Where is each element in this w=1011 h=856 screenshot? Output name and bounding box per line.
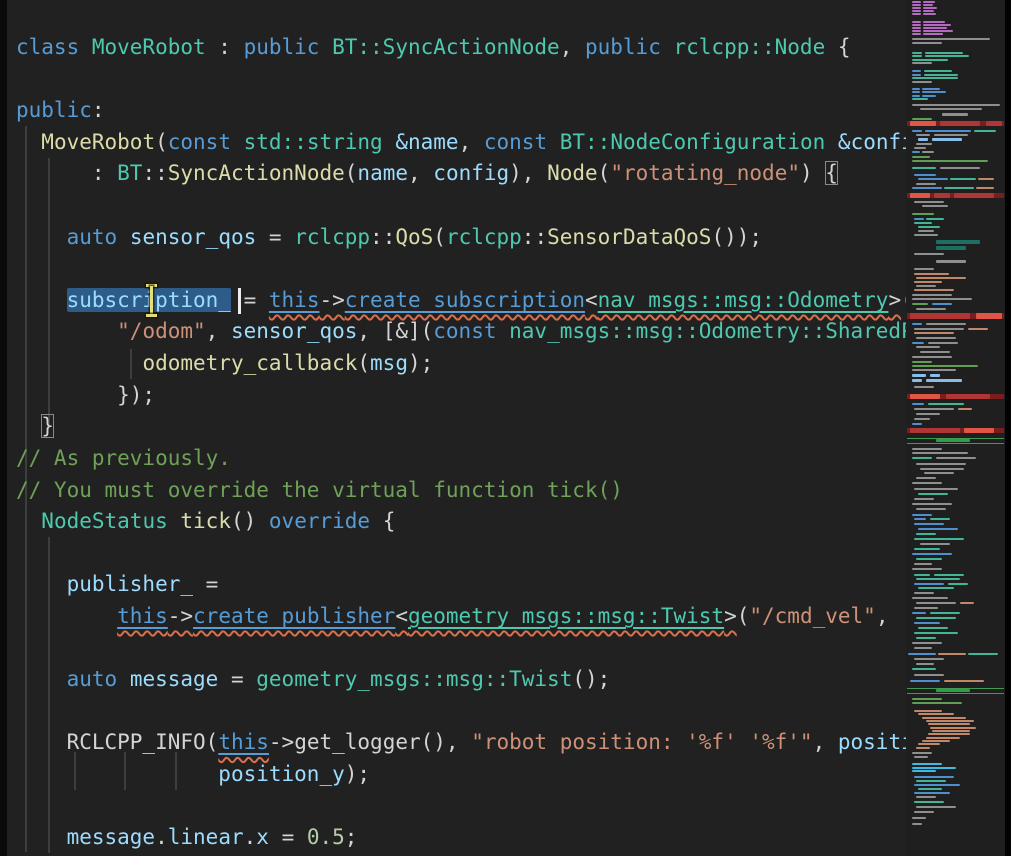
code-line: auto message = geometry_msgs::msg::Twist…	[16, 664, 906, 696]
text-caret	[238, 288, 241, 314]
code-line: this->create_publisher<geometry_msgs::ms…	[16, 601, 906, 633]
code-line	[16, 696, 906, 728]
code-line	[16, 633, 906, 665]
code-line	[16, 253, 906, 285]
code-line: public:	[16, 95, 906, 127]
code-line	[16, 190, 906, 222]
code-line: publisher_ =	[16, 569, 906, 601]
code-line: // As previously.	[16, 443, 906, 475]
code-line: : BT::SyncActionNode(name, config), Node…	[16, 158, 906, 190]
code-line: RCLCPP_INFO(this->get_logger(), "robot p…	[16, 727, 906, 759]
code-line	[16, 64, 906, 96]
minimap[interactable]	[906, 0, 1005, 856]
left-border	[0, 0, 7, 856]
selected-text: subscription_	[67, 288, 231, 312]
code-editor[interactable]: class MoveRobot : public BT::SyncActionN…	[7, 0, 906, 856]
code-line	[16, 538, 906, 570]
code-line: position_y);	[16, 759, 906, 791]
code-line: NodeStatus tick() override {	[16, 506, 906, 538]
vscode-editor-window: class MoveRobot : public BT::SyncActionN…	[0, 0, 1011, 856]
code-line: }	[16, 411, 906, 443]
code-line: odometry_callback(msg);	[16, 348, 906, 380]
right-border	[1005, 0, 1011, 856]
code-lines: class MoveRobot : public BT::SyncActionN…	[16, 0, 906, 854]
code-line: // You must override the virtual functio…	[16, 475, 906, 507]
code-line: message.linear.x = 0.5;	[16, 822, 906, 854]
code-line: "/odom", sensor_qos, [&](const nav_msgs:…	[16, 316, 906, 348]
code-line: MoveRobot(const std::string &name, const…	[16, 127, 906, 159]
code-line: });	[16, 380, 906, 412]
code-line: class MoveRobot : public BT::SyncActionN…	[16, 32, 906, 64]
code-line: auto sensor_qos = rclcpp::QoS(rclcpp::Se…	[16, 222, 906, 254]
code-line	[16, 791, 906, 823]
